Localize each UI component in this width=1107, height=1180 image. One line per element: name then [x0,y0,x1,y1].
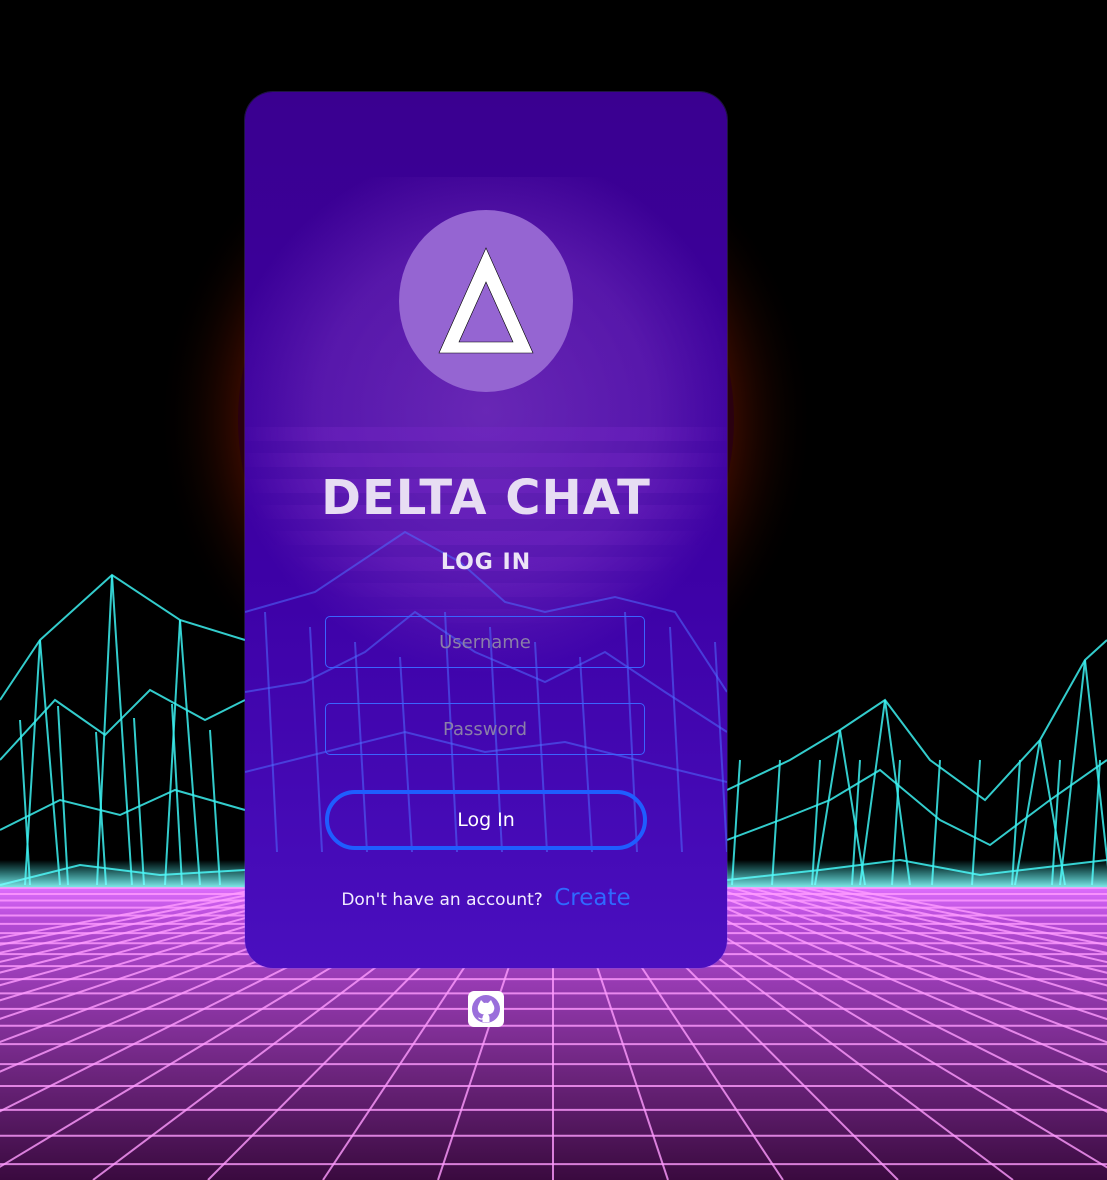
login-button[interactable]: Log In [325,790,647,850]
create-account-link[interactable]: Create [554,885,630,911]
app-title: DELTA CHAT [321,470,651,526]
login-card: DELTA CHAT LOG IN Log In Don't have an a… [245,92,727,968]
username-input[interactable] [325,616,645,668]
login-heading: LOG IN [440,550,532,575]
signup-row: Don't have an account? Create [245,885,727,911]
github-icon [472,995,500,1023]
brand-logo [399,210,573,392]
signup-prompt: Don't have an account? [341,890,543,910]
github-link[interactable] [468,991,504,1027]
card-sun-stripes [245,427,727,627]
delta-triangle-icon [438,247,534,354]
password-input[interactable] [325,703,645,755]
